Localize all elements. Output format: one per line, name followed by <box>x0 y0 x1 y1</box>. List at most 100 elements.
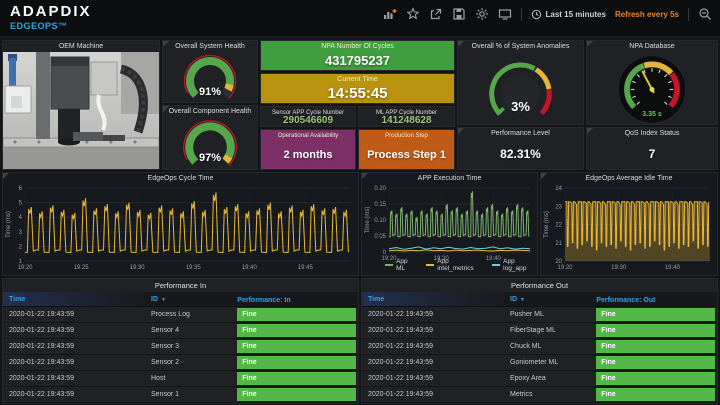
time-cell: 2020-01-22 19:43:59 <box>362 371 504 386</box>
table-row: 2020-01-22 19:43:59MetricsFine <box>362 387 717 403</box>
app-execution-chart-plot[interactable]: 00.050.100.150.2019:2019:3019:40Time (ms… <box>363 184 536 274</box>
panel-menu-caret[interactable] <box>163 106 169 112</box>
clock-icon <box>531 9 542 20</box>
panel-menu-caret[interactable] <box>458 41 464 47</box>
status-badge: Fine <box>596 356 715 369</box>
panel-menu-caret[interactable] <box>587 41 593 47</box>
panel-title[interactable]: EdgeOps Cycle Time <box>3 173 358 184</box>
id-cell: Goniometer ML <box>504 355 596 370</box>
panel-title[interactable]: Overall % of System Anomalies <box>458 41 583 52</box>
stat-value: 82.31% <box>458 138 583 169</box>
stat-value: Process Step 1 <box>359 140 454 169</box>
status-badge: Fine <box>237 324 356 337</box>
column-header-time[interactable]: Time <box>362 292 504 306</box>
column-header-performance-out[interactable]: Performance: Out <box>596 292 717 306</box>
legend-color-dash <box>426 264 434 266</box>
id-cell: Sensor 3 <box>145 339 237 354</box>
stat-value: 14:55:45 <box>261 84 454 103</box>
share-icon[interactable] <box>429 7 443 21</box>
star-icon[interactable] <box>406 7 420 21</box>
panel-system-anomalies: Overall % of System Anomalies 3% <box>457 40 584 125</box>
time-cell: 2020-01-22 19:43:59 <box>3 371 145 386</box>
column-header-time[interactable]: Time <box>3 292 145 306</box>
panel-title[interactable]: Overall Component Health <box>163 106 257 117</box>
svg-text:24: 24 <box>555 186 562 192</box>
stat-value: 431795237 <box>261 51 454 70</box>
panel-title[interactable]: APP Execution Time <box>362 173 537 184</box>
panel-qos-index: QoS Index Status 7 <box>586 127 718 170</box>
column-header-performance-in[interactable]: Performance: In <box>237 292 358 306</box>
panel-npa-cycles: NPA Number Of Cycles 431795237 <box>260 40 455 71</box>
panel-performance-level: Performance Level 82.31% <box>457 127 584 170</box>
panel-title[interactable]: NPA Database <box>587 41 717 52</box>
performance-cell: Fine <box>596 307 717 322</box>
panel-menu-caret[interactable] <box>163 41 169 47</box>
legend-color-dash <box>492 264 500 266</box>
performance-cell: Fine <box>237 307 358 322</box>
tv-mode-icon[interactable] <box>498 7 512 21</box>
table-row: 2020-01-22 19:43:59Chuck MLFine <box>362 339 717 355</box>
id-cell: Host <box>145 371 237 386</box>
time-cell: 2020-01-22 19:43:59 <box>3 323 145 338</box>
legend-item[interactable]: App intel_metrics <box>426 258 482 272</box>
table-row: 2020-01-22 19:43:59Sensor 4Fine <box>3 323 358 339</box>
status-badge: Fine <box>596 372 715 385</box>
time-cell: 2020-01-22 19:43:59 <box>362 387 504 402</box>
panel-performance-in: Performance In TimeID▼Performance: In202… <box>2 278 359 404</box>
cycle-time-chart-plot[interactable]: 12345619:2019:2519:3019:3519:4019:45Time… <box>4 184 357 274</box>
performance-out-table: TimeID▼Performance: Out 2020-01-22 19:43:… <box>362 292 717 403</box>
time-cell: 2020-01-22 19:43:59 <box>3 307 145 322</box>
table-title[interactable]: Performance Out <box>362 279 717 292</box>
zoom-out-icon[interactable] <box>698 7 712 21</box>
table-row: 2020-01-22 19:43:59Sensor 2Fine <box>3 355 358 371</box>
gauge-value: 91% <box>163 86 257 98</box>
panel-production-step: Production Step Process Step 1 <box>358 129 455 170</box>
table-row: 2020-01-22 19:43:59FiberStage MLFine <box>362 323 717 339</box>
panel-npa-database: NPA Database 3.35 s <box>586 40 718 125</box>
time-cell: 2020-01-22 19:43:59 <box>362 323 504 338</box>
panel-app-execution-time: APP Execution Time 00.050.100.150.2019:2… <box>361 172 538 276</box>
table-header-row: TimeID▼Performance: In <box>3 292 358 307</box>
status-badge: Fine <box>237 356 356 369</box>
time-cell: 2020-01-22 19:43:59 <box>362 355 504 370</box>
settings-gear-icon[interactable] <box>475 7 489 21</box>
column-header-id[interactable]: ID▼ <box>504 292 596 306</box>
idle-time-chart-plot[interactable]: 202122232419:2019:3019:40Time (ms) <box>542 184 716 274</box>
panel-menu-caret[interactable] <box>541 173 547 179</box>
svg-text:19:30: 19:30 <box>130 265 146 271</box>
table-title[interactable]: Performance In <box>3 279 358 292</box>
svg-text:22: 22 <box>555 223 562 229</box>
legend-label: App ML <box>396 258 416 272</box>
panel-menu-caret[interactable] <box>587 128 593 134</box>
svg-text:0.10: 0.10 <box>374 218 386 224</box>
add-panel-icon[interactable] <box>383 7 397 21</box>
panel-performance-out: Performance Out TimeID▼Performance: Out 2… <box>361 278 718 404</box>
panel-edgeops-cycle-time: EdgeOps Cycle Time 12345619:2019:2519:30… <box>2 172 359 276</box>
save-icon[interactable] <box>452 7 466 21</box>
legend-label: App log_app <box>503 258 536 272</box>
panel-menu-caret[interactable] <box>458 128 464 134</box>
id-cell: Sensor 2 <box>145 355 237 370</box>
legend-item[interactable]: App ML <box>385 258 416 272</box>
panel-menu-caret[interactable] <box>362 173 368 179</box>
panel-overall-component-health: Overall Component Health 97% <box>162 105 258 170</box>
machine-photo <box>3 52 159 170</box>
panel-title[interactable]: Overall System Health <box>163 41 257 52</box>
svg-text:19:40: 19:40 <box>665 265 681 271</box>
time-range-picker[interactable]: Last 15 minutes <box>531 9 605 20</box>
table-row: 2020-01-22 19:43:59HostFine <box>3 371 358 387</box>
time-cell: 2020-01-22 19:43:59 <box>362 307 504 322</box>
performance-cell: Fine <box>596 371 717 386</box>
panel-title[interactable]: OEM Machine <box>3 41 159 52</box>
panel-menu-caret[interactable] <box>3 173 9 179</box>
time-cell: 2020-01-22 19:43:59 <box>3 387 145 402</box>
table-row: 2020-01-22 19:43:59Epoxy AreaFine <box>362 371 717 387</box>
legend-color-dash <box>385 264 393 266</box>
status-badge: Fine <box>596 388 715 401</box>
svg-text:0.15: 0.15 <box>374 202 386 208</box>
column-header-id[interactable]: ID▼ <box>145 292 237 306</box>
legend-item[interactable]: App log_app <box>492 258 536 272</box>
refresh-interval-button[interactable]: Refresh every 5s <box>615 10 679 19</box>
panel-title[interactable]: EdgeOps Average Idle Time <box>541 173 717 184</box>
performance-cell: Fine <box>237 339 358 354</box>
